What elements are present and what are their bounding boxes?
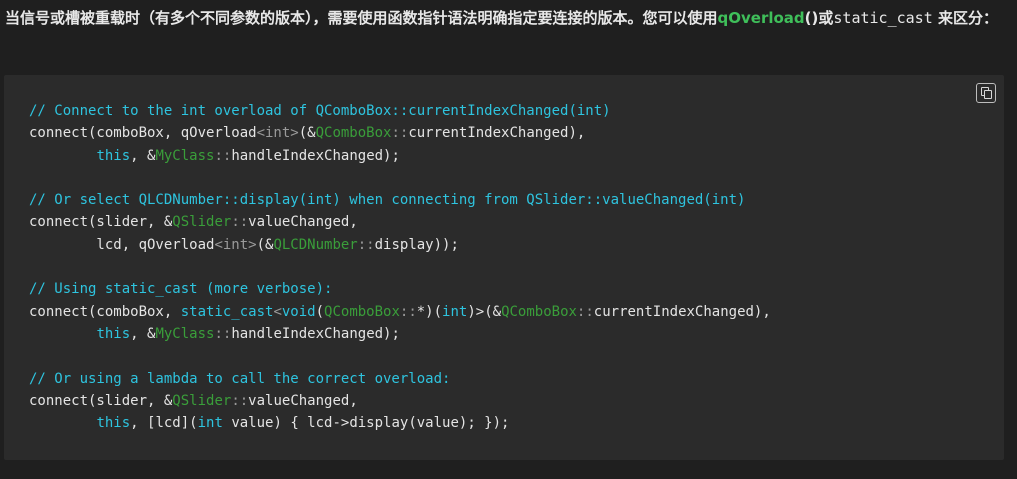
code-token: int (197, 415, 223, 432)
paragraph-text-before: 当信号或槽被重载时（有多个不同参数的版本），需要使用函数指针语法明确指定要连接的… (5, 9, 718, 27)
code-token: currentIndexChanged), (593, 303, 771, 320)
code-token: MyClass (155, 147, 215, 164)
code-line: connect(comboBox, static_cast<void(QComb… (29, 301, 771, 323)
code-token: *)( (416, 303, 443, 320)
code-line: // Using static_cast (more verbose): (29, 278, 771, 300)
explanation-paragraph: 当信号或槽被重载时（有多个不同参数的版本），需要使用函数指针语法明确指定要连接的… (5, 8, 1010, 29)
paragraph-text-mid: 或 (818, 9, 834, 27)
code-token: :: (214, 325, 232, 342)
code-token: // Or select QLCDNumber::display(int) wh… (29, 192, 746, 209)
code-token: :: (576, 303, 594, 320)
code-token: :: (399, 303, 417, 320)
code-token: connect(comboBox, qOverload (29, 125, 257, 142)
code-token: handleIndexChanged); (231, 325, 400, 342)
code-line: connect(slider, &QSlider::valueChanged, (29, 211, 771, 233)
code-line: this, [lcd](int value) { lcd->display(va… (29, 412, 771, 434)
code-content: // Connect to the int overload of QCombo… (29, 100, 771, 434)
code-token: :: (231, 392, 249, 409)
code-token: QSlider (172, 214, 232, 231)
code-token: :: (357, 236, 375, 253)
code-token: :: (391, 125, 409, 142)
code-token: (& (298, 125, 316, 142)
code-line: // Connect to the int overload of QCombo… (29, 100, 771, 122)
inline-code-parens: () (804, 9, 819, 27)
code-line: this, &MyClass::handleIndexChanged); (29, 323, 771, 345)
code-token: , & (130, 325, 156, 342)
code-line: this, &MyClass::handleIndexChanged); (29, 145, 771, 167)
copy-button[interactable] (976, 83, 996, 103)
inline-code-qoverload: qOverload (717, 9, 805, 27)
code-token: valueChanged, (248, 214, 358, 231)
code-token: display)); (374, 236, 459, 253)
code-token: <int> (214, 236, 257, 253)
code-token: int (442, 303, 468, 320)
code-token: connect(slider, & (29, 214, 173, 231)
code-token: MyClass (155, 325, 215, 342)
code-line: // Or using a lambda to call the correct… (29, 368, 771, 390)
code-token: QComboBox (501, 303, 577, 320)
code-token: QSlider (172, 392, 232, 409)
code-block: // Connect to the int overload of QCombo… (4, 75, 1004, 460)
code-token: // Or using a lambda to call the correct… (29, 370, 451, 387)
code-line: // Or select QLCDNumber::display(int) wh… (29, 189, 771, 211)
paragraph-text-after: 来区分： (932, 9, 998, 27)
code-token: QComboBox (315, 125, 392, 142)
code-token: connect(slider, & (29, 392, 173, 409)
code-token: ( (315, 303, 325, 320)
code-token: value) { lcd->display(value); }); (222, 415, 510, 432)
code-token: static_cast (180, 303, 274, 320)
code-token: currentIndexChanged), (408, 125, 586, 142)
code-token: (& (484, 303, 502, 320)
code-token: connect(comboBox, (29, 303, 181, 320)
code-line: lcd, qOverload<int>(&QLCDNumber::display… (29, 234, 771, 256)
code-token: QLCDNumber (273, 236, 358, 253)
code-token: QComboBox (324, 303, 400, 320)
code-token: // Connect to the int overload of QCombo… (29, 103, 611, 119)
code-token: // Using static_cast (more verbose): (29, 281, 333, 298)
code-token: this (96, 325, 131, 342)
code-line: connect(comboBox, qOverload<int>(&QCombo… (29, 122, 771, 144)
code-token: , & (130, 147, 156, 164)
code-token: (& (256, 236, 274, 253)
code-line: connect(slider, &QSlider::valueChanged, (29, 390, 771, 412)
code-token: handleIndexChanged); (231, 147, 400, 164)
code-token: valueChanged, (248, 392, 358, 409)
code-token: , [lcd]( (130, 415, 198, 432)
code-token: lcd, qOverload (29, 236, 215, 253)
code-token: this (96, 147, 131, 164)
code-token: void (281, 303, 316, 320)
code-token: :: (231, 214, 249, 231)
code-token: <int> (256, 125, 299, 142)
code-token: )> (467, 303, 485, 320)
inline-code-static-cast: static_cast (833, 9, 933, 27)
code-token: :: (214, 147, 232, 164)
code-token: this (96, 415, 131, 432)
code-token: < (273, 303, 282, 320)
